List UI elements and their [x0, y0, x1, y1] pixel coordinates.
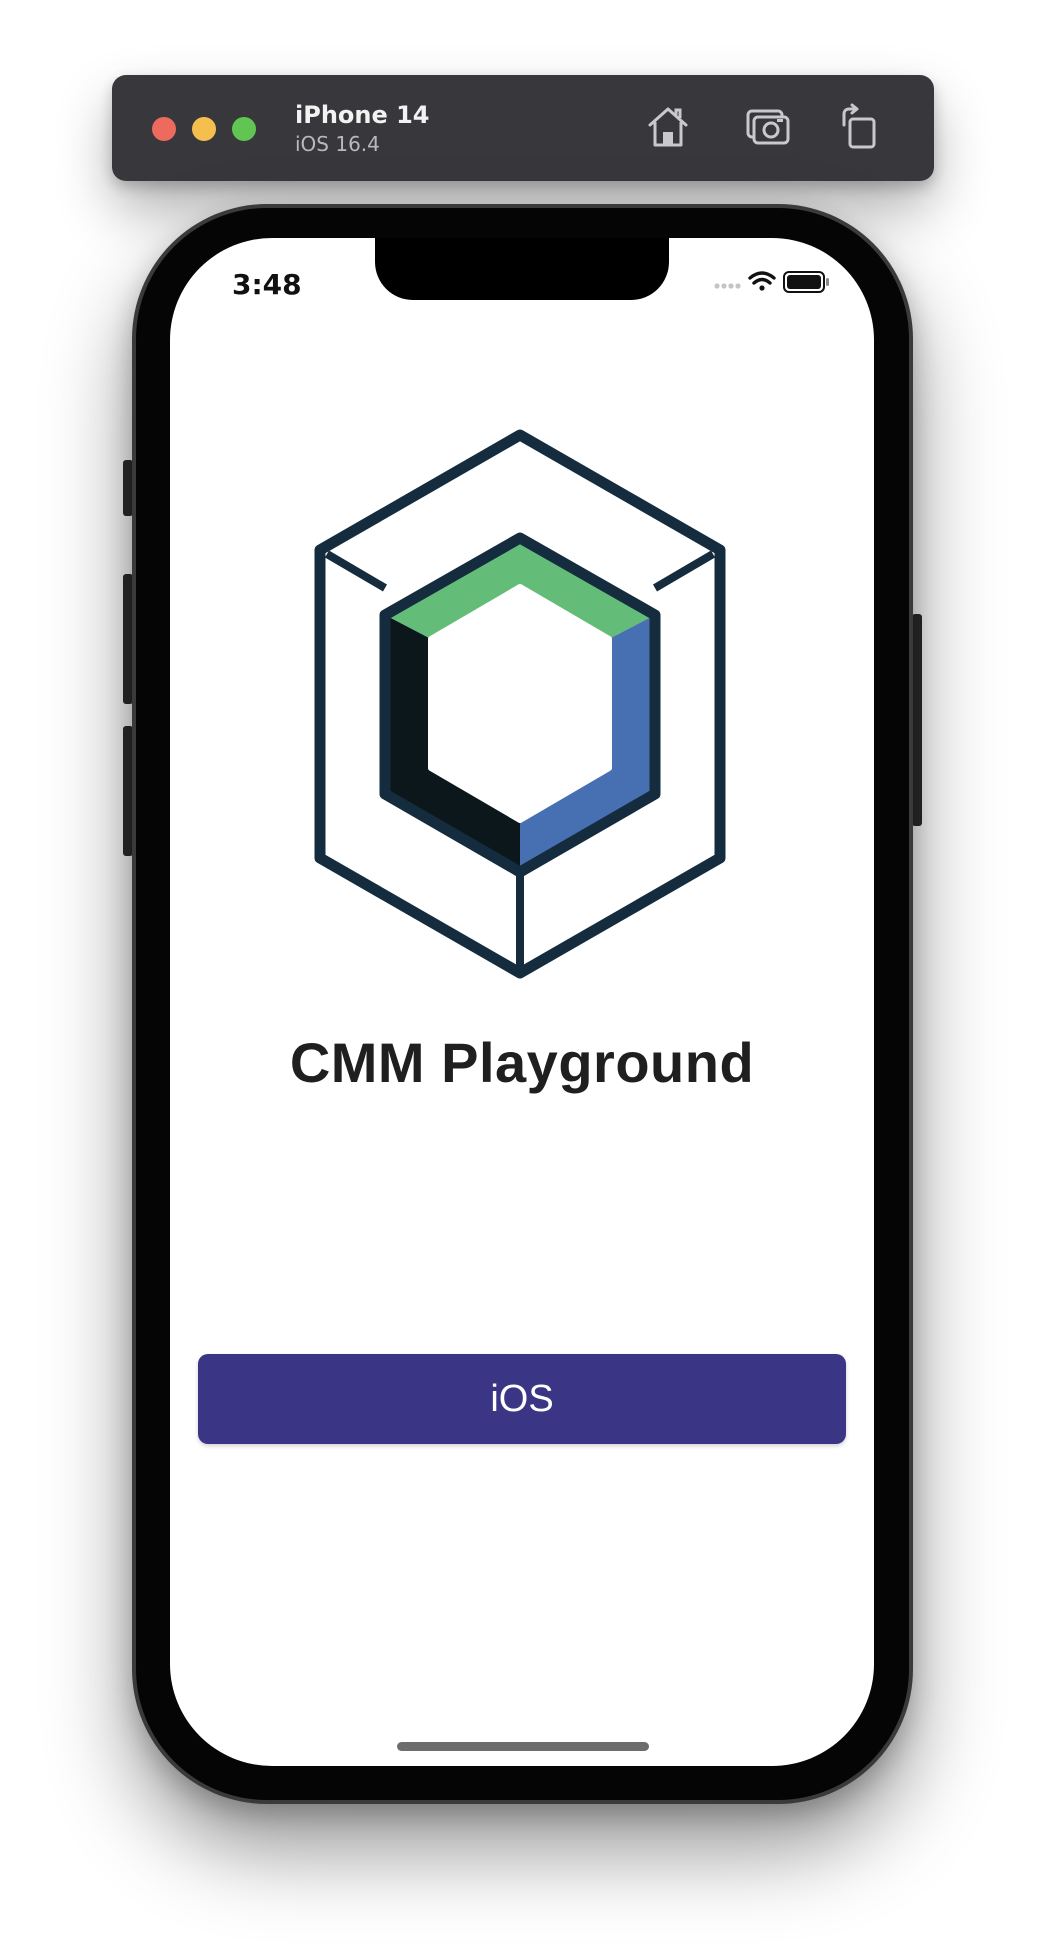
close-window-button[interactable]: [152, 117, 176, 141]
app-title: CMM Playground: [289, 1031, 755, 1094]
simulator-window: iPhone 14 iOS 16.4 3:48 CMM Playground i…: [0, 0, 1042, 1952]
device-name: iPhone 14: [295, 101, 430, 129]
status-icons: [714, 271, 829, 293]
rotate-icon: [842, 103, 876, 149]
rotate-button[interactable]: [836, 103, 884, 151]
battery-icon: [783, 271, 829, 293]
os-version: iOS 16.4: [295, 132, 380, 156]
phone-screen: 3:48 CMM Playground iOS: [170, 238, 874, 1766]
home-button[interactable]: [644, 103, 692, 151]
simulator-toolbar: iPhone 14 iOS 16.4: [112, 75, 934, 181]
wifi-icon: [748, 271, 776, 291]
screenshot-icon: [746, 109, 790, 145]
home-icon: [648, 107, 688, 147]
zoom-window-button[interactable]: [232, 117, 256, 141]
side-power-button: [912, 614, 922, 826]
screenshot-button[interactable]: [744, 103, 792, 151]
cmm-cube-logo-icon: [314, 429, 726, 979]
ios-button[interactable]: iOS: [198, 1354, 846, 1444]
notch: [375, 238, 669, 300]
home-indicator[interactable]: [397, 1742, 649, 1751]
status-time: 3:48: [232, 268, 302, 301]
minimize-window-button[interactable]: [192, 117, 216, 141]
cellular-signal-icon: [714, 283, 741, 289]
